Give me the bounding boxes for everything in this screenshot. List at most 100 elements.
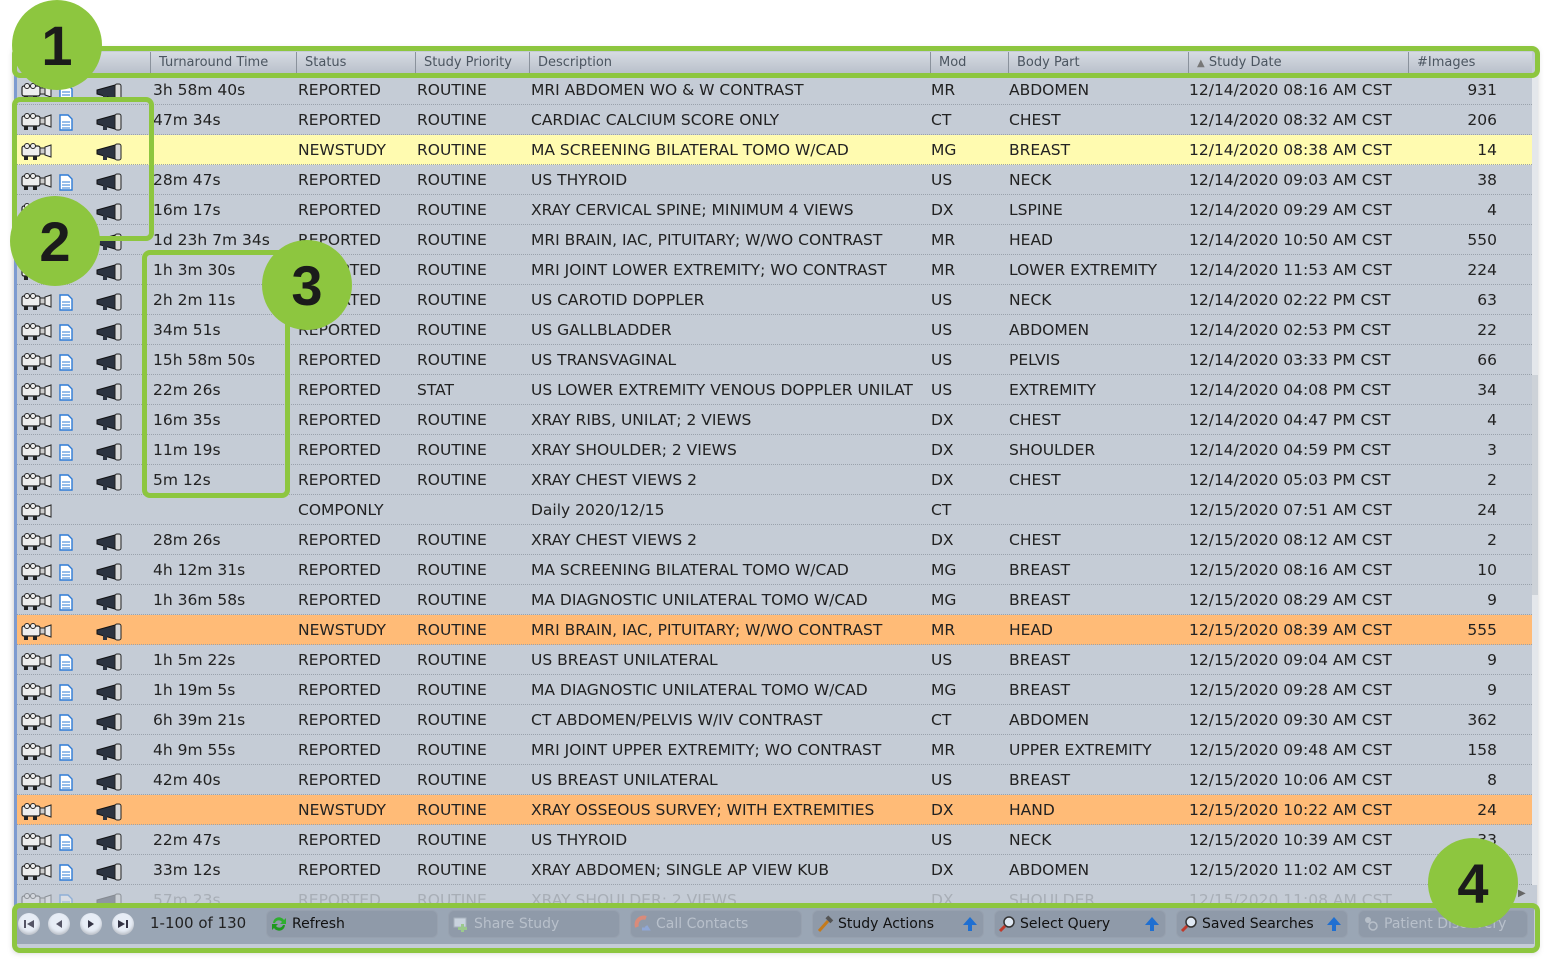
table-row[interactable]: 1h 3m 30sREPORTEDROUTINEMRI JOINT LOWER … [17, 255, 1532, 285]
column-header-images[interactable]: #Images [1408, 52, 1532, 74]
open-images-camera-icon[interactable] [21, 321, 53, 340]
open-images-camera-icon[interactable] [21, 591, 53, 610]
table-row[interactable]: 4h 9m 55s REPORTED ROUTINE MRI JOINT UPPER … [17, 735, 1532, 765]
report-document-icon[interactable] [59, 441, 73, 461]
table-row[interactable]: 1h 19m 5s REPORTED ROUTINE MA DIAGNOSTIC UN… [17, 675, 1532, 705]
megaphone-icon[interactable] [95, 81, 125, 101]
report-document-icon[interactable] [59, 111, 73, 131]
table-row[interactable]: 16m 17s REPORTED ROUTINE XRAY CERVICAL SPIN… [17, 195, 1532, 225]
previous-page-button[interactable] [48, 913, 70, 935]
report-document-icon[interactable] [59, 861, 73, 881]
open-images-camera-icon[interactable] [21, 561, 53, 580]
column-header-description[interactable]: Description [529, 52, 930, 74]
table-row[interactable]: 3h 58m 40s REPORTED ROUTINE MRI ABDOMEN WO … [17, 75, 1532, 105]
open-images-camera-icon[interactable] [21, 411, 53, 430]
report-document-icon[interactable] [59, 831, 73, 851]
open-images-camera-icon[interactable] [21, 501, 53, 520]
table-row[interactable]: 28m 26s REPORTED ROUTINE XRAY CHEST VIEWS 2… [17, 525, 1532, 555]
report-document-icon[interactable] [59, 291, 73, 311]
table-row[interactable]: COMPONLY Daily 2020/12/15 CT 12/15/2020 07:… [17, 495, 1532, 525]
table-row[interactable]: NEWSTUDY ROUTINE MRI BRAIN, IAC, PITUITARY… [17, 615, 1532, 645]
megaphone-icon[interactable] [95, 291, 125, 311]
megaphone-icon[interactable] [95, 831, 125, 851]
report-document-icon[interactable] [59, 171, 73, 191]
open-images-camera-icon[interactable] [21, 861, 53, 880]
table-row[interactable]: 1h 5m 22s REPORTED ROUTINE US BREAST UNILAT… [17, 645, 1532, 675]
open-images-camera-icon[interactable] [21, 441, 53, 460]
report-document-icon[interactable] [59, 321, 73, 341]
last-page-button[interactable] [112, 913, 134, 935]
open-images-camera-icon[interactable] [21, 111, 53, 130]
open-images-camera-icon[interactable] [21, 141, 53, 160]
megaphone-icon[interactable] [95, 471, 125, 491]
table-row[interactable]: 34m 51s REPORTED ROUTINE US GALLBLADDER US AB… [17, 315, 1532, 345]
open-images-camera-icon[interactable] [21, 771, 53, 790]
report-document-icon[interactable] [59, 471, 73, 491]
report-document-icon[interactable] [59, 651, 73, 671]
report-document-icon[interactable] [59, 681, 73, 701]
megaphone-icon[interactable] [95, 411, 125, 431]
first-page-button[interactable] [18, 913, 40, 935]
table-row[interactable]: 22m 26s REPORTED STAT US LOWER EXTREMITY VE… [17, 375, 1532, 405]
select-query-button[interactable]: Select Query [994, 910, 1166, 938]
megaphone-icon[interactable] [95, 441, 125, 461]
megaphone-icon[interactable] [95, 261, 125, 281]
open-images-camera-icon[interactable] [21, 531, 53, 550]
scrollbar-thumb[interactable] [1532, 375, 1538, 595]
table-row[interactable]: 2h 2m 11sREPORTEDROUTINEUS CAROTID DOPPL… [17, 285, 1532, 315]
table-row[interactable]: 11m 19s REPORTED ROUTINE XRAY SHOULDER; 2 V… [17, 435, 1532, 465]
open-images-camera-icon[interactable] [21, 621, 53, 640]
megaphone-icon[interactable] [95, 711, 125, 731]
open-images-camera-icon[interactable] [21, 801, 53, 820]
saved-searches-button[interactable]: Saved Searches [1176, 910, 1348, 938]
open-images-camera-icon[interactable] [21, 711, 53, 730]
megaphone-icon[interactable] [95, 561, 125, 581]
refresh-button[interactable]: Refresh [266, 910, 438, 938]
scroll-right-arrow-icon[interactable]: ▶ [1518, 888, 1526, 899]
table-row[interactable]: 1d 23h 7m 34s REPORTED ROUTINE MRI BRAIN, I… [17, 225, 1532, 255]
open-images-camera-icon[interactable] [21, 471, 53, 490]
column-header-study-priority[interactable]: Study Priority [415, 52, 529, 74]
report-document-icon[interactable] [59, 411, 73, 431]
vertical-scrollbar[interactable] [1532, 75, 1538, 885]
report-document-icon[interactable] [59, 741, 73, 761]
megaphone-icon[interactable] [95, 801, 125, 821]
open-images-camera-icon[interactable] [21, 381, 53, 400]
megaphone-icon[interactable] [95, 381, 125, 401]
open-images-camera-icon[interactable] [21, 291, 53, 310]
megaphone-icon[interactable] [95, 171, 125, 191]
table-row[interactable]: 33m 12s REPORTED ROUTINE XRAY ABDOMEN; SING… [17, 855, 1532, 885]
megaphone-icon[interactable] [95, 591, 125, 611]
open-images-camera-icon[interactable] [21, 681, 53, 700]
column-header-mod[interactable]: Mod [930, 52, 1008, 74]
open-images-camera-icon[interactable] [21, 741, 53, 760]
megaphone-icon[interactable] [95, 141, 125, 161]
open-images-camera-icon[interactable] [21, 351, 53, 370]
megaphone-icon[interactable] [95, 771, 125, 791]
open-images-camera-icon[interactable] [21, 651, 53, 670]
report-document-icon[interactable] [59, 771, 73, 791]
column-header-study-date[interactable]: ▲ Study Date [1188, 52, 1408, 74]
report-document-icon[interactable] [59, 591, 73, 611]
report-document-icon[interactable] [59, 351, 73, 371]
study-actions-button[interactable]: Study Actions [812, 910, 984, 938]
call-contacts-button[interactable]: Call Contacts [630, 910, 802, 938]
megaphone-icon[interactable] [95, 861, 125, 881]
table-row[interactable]: 42m 40s REPORTED ROUTINE US BREAST UNILATER… [17, 765, 1532, 795]
table-row[interactable]: 4h 12m 31s REPORTED ROUTINE MA SCREENING BI… [17, 555, 1532, 585]
column-header-turnaround-time[interactable]: Turnaround Time [150, 52, 296, 74]
next-page-button[interactable] [80, 913, 102, 935]
column-header-body-part[interactable]: Body Part [1008, 52, 1188, 74]
report-document-icon[interactable] [59, 711, 73, 731]
open-images-camera-icon[interactable] [21, 171, 53, 190]
table-row[interactable]: 1h 36m 58s REPORTED ROUTINE MA DIAGNOSTIC U… [17, 585, 1532, 615]
table-row[interactable]: 47m 34s REPORTED ROUTINE CARDIAC CALCIUM SC… [17, 105, 1532, 135]
table-row[interactable]: 15h 58m 50s REPORTED ROUTINE US TRANSVAGINA… [17, 345, 1532, 375]
megaphone-icon[interactable] [95, 651, 125, 671]
megaphone-icon[interactable] [95, 351, 125, 371]
table-row[interactable]: 16m 35s REPORTED ROUTINE XRAY RIBS, UNILAT;… [17, 405, 1532, 435]
report-document-icon[interactable] [59, 561, 73, 581]
table-row[interactable]: 5m 12s REPORTED ROUTINE XRAY CHEST VIEWS 2 D… [17, 465, 1532, 495]
table-row[interactable]: 28m 47s REPORTED ROUTINE US THYROID US NECK 12… [17, 165, 1532, 195]
column-header-status[interactable]: Status [296, 52, 415, 74]
